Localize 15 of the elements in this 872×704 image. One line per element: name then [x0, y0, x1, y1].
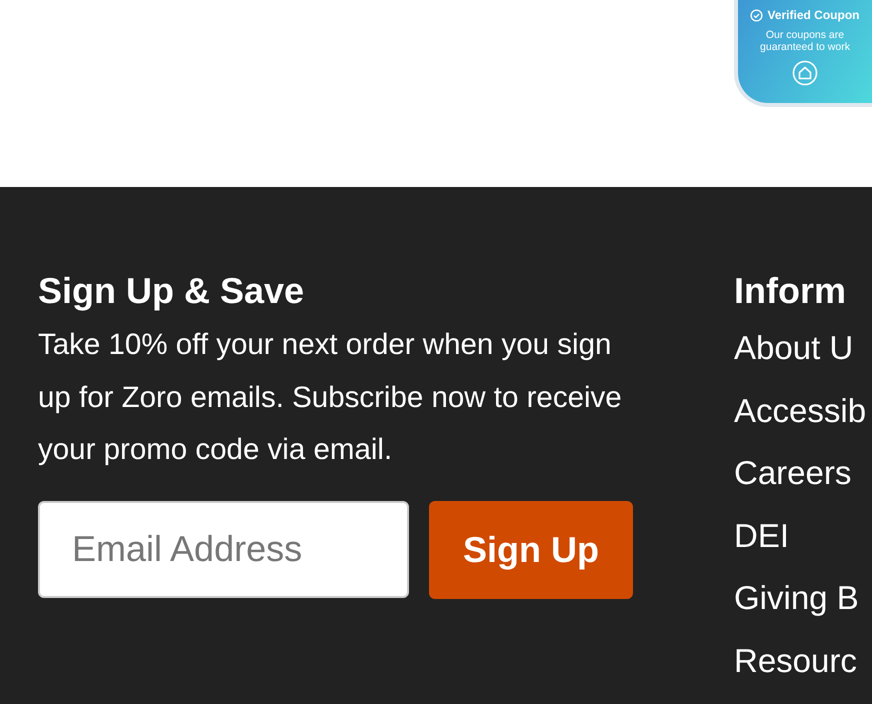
coupon-title: Verified Coupon [767, 8, 860, 22]
house-icon [792, 60, 818, 86]
footer-link[interactable]: DEI [734, 504, 866, 567]
signup-heading: Sign Up & Save [38, 269, 306, 313]
signup-text: Take 10% off your next order when you sign up for Zoro emails. Subscribe now to receive your promo code via email. [38, 327, 623, 468]
sign-up-button[interactable]: Sign Up [429, 500, 633, 598]
footer-link[interactable]: Careers [734, 442, 866, 504]
check-circle-icon [750, 8, 764, 22]
email-field[interactable]: Email Address [38, 500, 409, 598]
footer-link[interactable]: Giving B [734, 567, 866, 630]
footer-link[interactable]: About U [734, 317, 866, 380]
information-heading: Inform [734, 269, 847, 313]
footer-link[interactable]: Resourc [734, 630, 866, 692]
footer-link[interactable]: Accessib [734, 380, 866, 442]
coupon-text: Our coupons are guaranteed to work [759, 29, 851, 53]
